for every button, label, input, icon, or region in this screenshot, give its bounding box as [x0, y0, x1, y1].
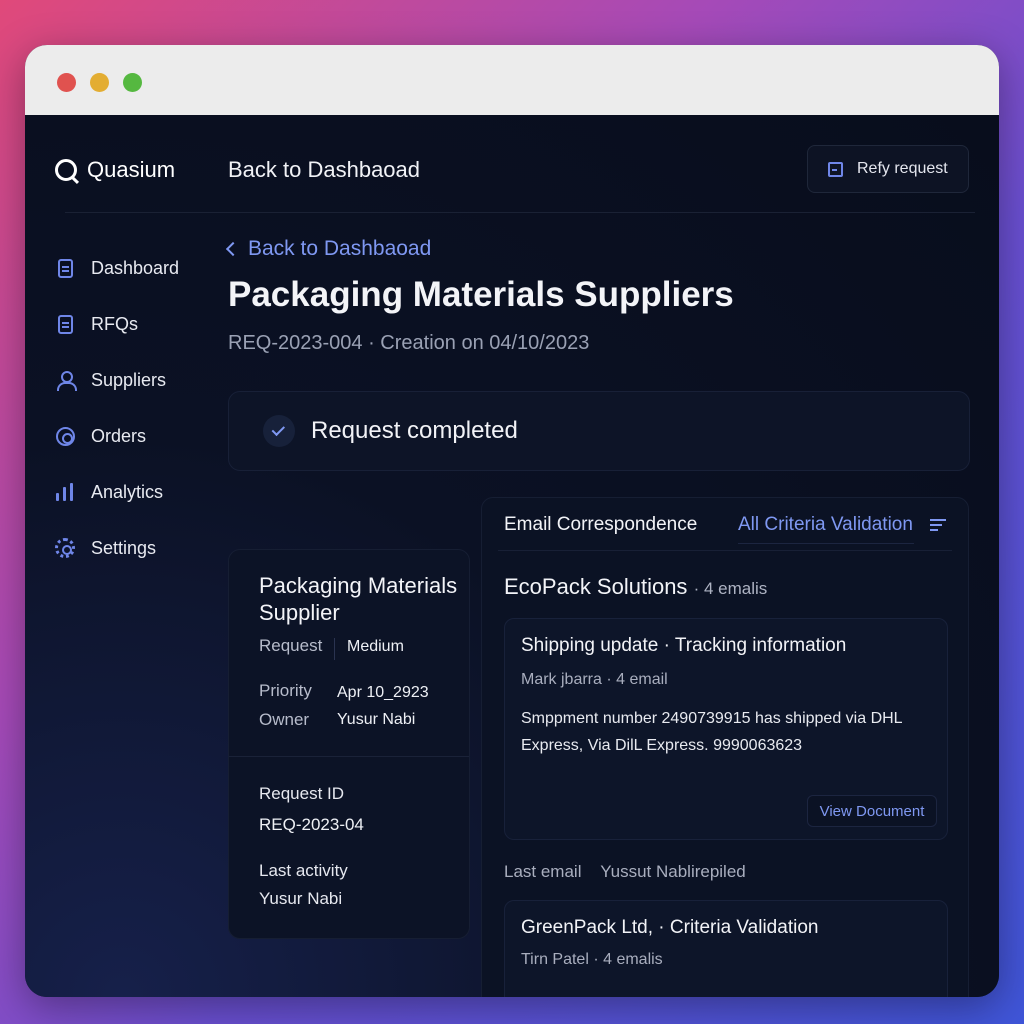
maximize-window-button[interactable] [123, 73, 142, 92]
sidebar-item-orders[interactable]: Orders [55, 408, 179, 464]
header-divider [65, 212, 975, 213]
sidebar-item-label: Settings [91, 537, 157, 558]
supplier-email-count: · 4 emalis [693, 579, 768, 598]
sidebar-item-settings[interactable]: Settings [55, 520, 179, 576]
dashboard-icon [55, 258, 75, 278]
email-subject: GreenPack Ltd, · Criteria Validation [521, 917, 819, 938]
owner-value: Yusur Nabi [337, 711, 416, 728]
status-text: Request completed [311, 417, 518, 444]
priority-label: Priority [259, 681, 312, 700]
email-panel-heading: Email Correspondence [504, 514, 698, 535]
view-document-button[interactable]: View Document [807, 795, 937, 827]
orders-icon [55, 426, 75, 446]
last-activity-label: Last activity [259, 861, 348, 880]
sidebar: Dashboard RFQs Suppliers Orders Analytic… [55, 240, 179, 576]
request-meta: REQ-2023-004 · Creation on 04/10/2023 [228, 332, 590, 354]
sidebar-item-label: Suppliers [91, 369, 167, 390]
email-subject: Shipping update · Tracking information [521, 635, 847, 656]
tab-all-criteria-validation[interactable]: All Criteria Validation [738, 514, 913, 536]
last-email-row: Last email Yussut Nablirepiled [504, 862, 746, 882]
minimize-window-button[interactable] [90, 73, 109, 92]
header-title[interactable]: Back to Dashbaoad [228, 157, 420, 183]
chevron-left-icon [225, 241, 241, 257]
app-content: Quasium Back to Dashbaoad Refy request D… [25, 115, 999, 997]
request-info-card: Packaging Materials Supplier Request Med… [228, 549, 470, 939]
request-icon [828, 161, 843, 177]
gear-icon [55, 538, 75, 558]
email-body: Smppment number 2490739915 has shipped v… [521, 710, 902, 754]
request-id-value: REQ-2023-04 [259, 815, 364, 834]
last-email-label: Last email [504, 862, 582, 881]
tab-underline [738, 543, 914, 544]
logo[interactable]: Quasium [55, 157, 175, 183]
supplier-group-header: EcoPack Solutions · 4 emalis [504, 574, 767, 600]
priority-value: Apr 10_2923 [337, 684, 429, 701]
request-id-label: Request ID [259, 784, 345, 803]
email-sender: Tirn Patel · 4 emalis [521, 951, 663, 968]
info-card-title: Packaging Materials Supplier [259, 573, 458, 625]
bar-chart-icon [55, 482, 75, 502]
last-activity-value: Yusur Nabi [259, 889, 343, 908]
refy-request-label: Refy request [857, 160, 948, 177]
sidebar-item-analytics[interactable]: Analytics [55, 464, 179, 520]
app-name: Quasium [87, 157, 176, 182]
request-label: Request [259, 636, 323, 655]
last-email-value: Yussut Nablirepiled [600, 862, 746, 881]
user-icon [55, 370, 77, 391]
document-icon [55, 314, 75, 334]
title-bar [25, 45, 999, 115]
back-link-label: Back to Dashbaoad [248, 237, 432, 260]
email-card[interactable]: Shipping update · Tracking information M… [504, 618, 948, 840]
close-window-button[interactable] [57, 73, 76, 92]
sidebar-item-label: Orders [91, 425, 147, 446]
email-panel-divider [498, 550, 952, 551]
filter-icon[interactable] [930, 519, 946, 531]
quasium-logo-icon [55, 159, 77, 181]
sidebar-item-label: RFQs [91, 313, 138, 334]
back-to-dashboard-link[interactable]: Back to Dashbaoad [225, 237, 432, 261]
email-correspondence-panel: Email Correspondence All Criteria Valida… [481, 497, 969, 997]
owner-label: Owner [259, 710, 310, 729]
info-separator [334, 638, 335, 660]
refy-request-button[interactable]: Refy request [807, 145, 969, 193]
check-icon [263, 415, 295, 447]
request-value: Medium [347, 638, 404, 655]
email-card[interactable]: GreenPack Ltd, · Criteria Validation Tir… [504, 900, 948, 997]
sidebar-item-rfqs[interactable]: RFQs [55, 296, 179, 352]
info-divider [229, 756, 469, 757]
page-title: Packaging Materials Suppliers [228, 275, 734, 314]
sidebar-item-dashboard[interactable]: Dashboard [55, 240, 179, 296]
supplier-name: EcoPack Solutions [504, 574, 688, 599]
sidebar-item-suppliers[interactable]: Suppliers [55, 352, 179, 408]
email-sender: Mark jbarra · 4 email [521, 671, 668, 688]
sidebar-item-label: Analytics [91, 481, 164, 502]
status-banner: Request completed [228, 391, 970, 471]
sidebar-item-label: Dashboard [91, 257, 180, 278]
app-window: Quasium Back to Dashbaoad Refy request D… [25, 45, 999, 997]
